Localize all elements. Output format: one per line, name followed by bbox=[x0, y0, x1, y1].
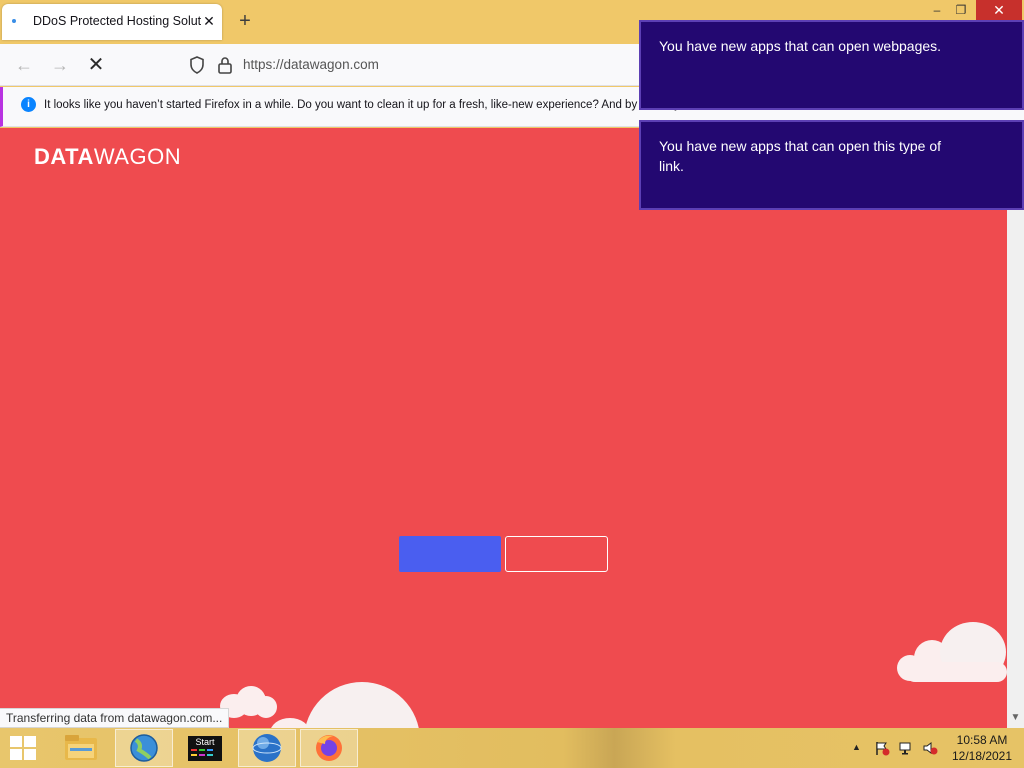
taskbar: Start ▲ 10:58 AM 12/18/2021 bbox=[0, 728, 1024, 768]
logo-light-text: WAGON bbox=[93, 144, 182, 169]
network-icon[interactable] bbox=[898, 740, 914, 756]
logo-bold-text: DATA bbox=[34, 144, 94, 169]
action-center-flag-icon[interactable] bbox=[874, 740, 890, 756]
browser-tab[interactable]: DDoS Protected Hosting Solutio ✕ bbox=[2, 4, 222, 40]
clock-time: 10:58 AM bbox=[956, 733, 1008, 747]
cloud-decoration bbox=[255, 696, 277, 718]
tab-loading-icon bbox=[12, 19, 16, 23]
lock-icon[interactable] bbox=[216, 55, 234, 75]
internet-explorer-icon[interactable] bbox=[238, 729, 296, 767]
cloud-decoration bbox=[905, 662, 1007, 682]
forward-button[interactable]: → bbox=[47, 52, 73, 78]
toast-text: You have new apps that can open this typ… bbox=[659, 138, 942, 174]
web-page: DATAWAGON bbox=[0, 128, 1007, 728]
svg-text:Start: Start bbox=[195, 737, 215, 747]
clock-date: 12/18/2021 bbox=[951, 749, 1013, 763]
datawagon-logo[interactable]: DATAWAGON bbox=[34, 144, 181, 170]
file-explorer-icon[interactable] bbox=[52, 729, 110, 767]
toast-notification[interactable]: You have new apps that can open webpages… bbox=[639, 20, 1024, 110]
network-globe-icon[interactable] bbox=[115, 729, 173, 767]
window-close-button[interactable]: ✕ bbox=[976, 0, 1022, 20]
secondary-cta-button[interactable] bbox=[505, 536, 608, 572]
info-icon: i bbox=[21, 97, 36, 112]
tracking-protection-shield-icon[interactable] bbox=[187, 55, 207, 75]
stop-loading-button[interactable]: ✕ bbox=[83, 52, 109, 78]
scroll-down-arrow-icon[interactable]: ▼ bbox=[1007, 712, 1024, 726]
cloud-decoration bbox=[270, 718, 310, 728]
tab-title: DDoS Protected Hosting Solutio bbox=[33, 14, 201, 28]
url-field[interactable]: https://datawagon.com bbox=[243, 57, 379, 72]
new-tab-button[interactable]: + bbox=[234, 11, 256, 33]
volume-muted-icon[interactable] bbox=[922, 740, 938, 756]
tab-close-icon[interactable]: ✕ bbox=[200, 12, 218, 30]
show-hidden-icons-button[interactable]: ▲ bbox=[852, 742, 861, 758]
start-app-icon[interactable]: Start bbox=[176, 729, 234, 767]
toast-notification[interactable]: You have new apps that can open this typ… bbox=[639, 120, 1024, 210]
firefox-icon[interactable] bbox=[300, 729, 358, 767]
back-button[interactable]: ← bbox=[11, 52, 37, 78]
window-maximize-button[interactable]: ❐ bbox=[950, 0, 972, 20]
window-minimize-button[interactable]: – bbox=[926, 0, 948, 20]
status-text: Transferring data from datawagon.com... bbox=[0, 708, 230, 728]
toast-text: You have new apps that can open webpages… bbox=[659, 38, 942, 54]
system-clock[interactable]: 10:58 AM 12/18/2021 bbox=[944, 732, 1020, 764]
cloud-decoration bbox=[304, 682, 420, 728]
page-scrollbar[interactable]: ▼ bbox=[1007, 128, 1024, 728]
windows-start-button[interactable] bbox=[8, 735, 38, 761]
primary-cta-button[interactable] bbox=[399, 536, 501, 572]
